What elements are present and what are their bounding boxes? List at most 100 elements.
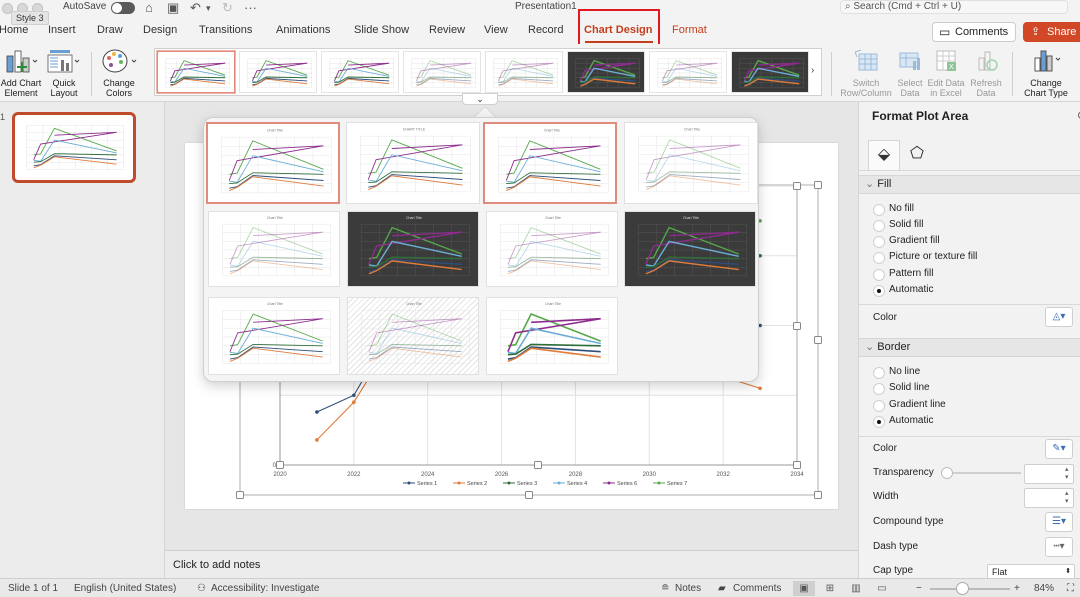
undo-icon[interactable]: ↶ [190,0,201,16]
change-chart-type-button[interactable]: Change Chart Type [1018,48,1074,98]
switch-row-column-icon [854,49,878,71]
zoom-in-button[interactable]: + [1014,583,1020,594]
gallery-style-8[interactable] [731,51,809,93]
popup-style-1[interactable]: Chart Title [206,122,340,204]
notes-icon: ≘ [661,583,670,594]
radio-no-fill[interactable]: No fill [873,202,914,216]
refresh-data-button[interactable]: Refresh Data [966,48,1006,98]
tab-home[interactable]: Home [0,24,28,36]
radio-solid-line[interactable]: Solid line [873,381,930,395]
tab-insert[interactable]: Insert [48,24,76,36]
radio-gradient-line[interactable]: Gradient line [873,398,946,412]
language-status[interactable]: English (United States) [74,583,176,594]
zoom-out-button[interactable]: − [916,583,922,594]
gallery-next-icon[interactable]: › [811,65,814,76]
popup-style-9[interactable]: Chart Title [208,297,340,375]
slide-sorter-button[interactable]: ⊞ [819,581,841,596]
effects-tab[interactable]: ⬠ [901,140,933,170]
popup-style-2[interactable]: CHART TITLE [346,122,480,204]
add-chart-element-button[interactable]: Add Chart Element [0,48,42,98]
reading-view-button[interactable]: ▥ [845,581,867,596]
search-input[interactable]: ⌕ Search (Cmd + Ctrl + U) [840,0,1068,14]
comments-toggle[interactable]: Comments [733,583,781,594]
popup-style-7[interactable]: Chart Title [486,211,618,287]
fill-color-picker[interactable]: ◬▾ [1045,307,1073,327]
zoom-slider-handle[interactable] [956,582,969,595]
tab-animations[interactable]: Animations [276,24,330,36]
gallery-style-5[interactable] [485,51,563,93]
home-icon[interactable]: ⌂ [145,0,153,15]
gallery-style-1[interactable] [157,51,235,93]
compound-type-dropdown[interactable]: ☰▾ [1045,512,1073,532]
border-section-header[interactable]: ⌄ Border [859,338,1080,357]
accessibility-status[interactable]: Accessibility: Investigate [211,583,319,594]
popup-style-4[interactable]: Chart Title [624,122,758,204]
transparency-input[interactable] [1024,464,1074,484]
gallery-style-preview [657,58,723,88]
comments-button[interactable]: ▭ Comments [932,22,1016,42]
chart-styles-gallery: › [154,48,822,96]
gallery-style-7[interactable] [649,51,727,93]
tab-record[interactable]: Record [528,24,563,36]
radio-picture-fill[interactable]: Picture or texture fill [873,250,977,264]
tab-view[interactable]: View [484,24,508,36]
resize-handle [236,491,244,499]
undo-dropdown-icon[interactable]: ▾ [206,3,211,14]
fit-slide-icon[interactable]: ⛶ [1067,583,1074,594]
autosave-toggle[interactable] [111,2,135,14]
cap-type-label: Cap type [873,565,914,576]
gallery-style-3[interactable] [321,51,399,93]
data-point [758,386,762,391]
popup-style-6[interactable]: Chart Title [347,211,479,287]
radio-gradient-fill[interactable]: Gradient fill [873,234,940,248]
zoom-slider[interactable] [930,588,1010,590]
radio-automatic-line[interactable]: Automatic [873,414,933,428]
switch-row-column-button[interactable]: Switch Row/Column [838,48,894,98]
popup-style-3[interactable]: Chart Title [483,122,617,204]
popup-style-11[interactable]: Chart Title [486,297,618,375]
radio-pattern-fill[interactable]: Pattern fill [873,267,933,281]
radio-automatic-fill[interactable]: Automatic [873,283,933,297]
notes-toggle[interactable]: Notes [675,583,701,594]
tab-review[interactable]: Review [429,24,465,36]
normal-view-button[interactable]: ▣ [793,581,815,596]
radio-no-line[interactable]: No line [873,365,920,379]
change-colors-button[interactable]: Change Colors [98,48,140,98]
border-color-picker[interactable]: ✎▾ [1045,439,1073,459]
tab-draw[interactable]: Draw [97,24,123,36]
tab-design[interactable]: Design [143,24,177,36]
zoom-level[interactable]: 84% [1034,583,1054,594]
quick-layout-button[interactable]: Quick Layout [45,48,83,98]
share-button[interactable]: ⇪ Share [1023,22,1080,42]
fill-line-tab[interactable]: ⬙ [868,140,900,170]
gallery-expand-button[interactable]: ⌄ [462,93,498,105]
dash-type-dropdown[interactable]: ┅▾ [1045,537,1073,557]
radio-solid-fill[interactable]: Solid fill [873,218,923,232]
gallery-style-2[interactable] [239,51,317,93]
gallery-style-4[interactable] [403,51,481,93]
divider [859,436,1080,437]
resize-handle [276,461,284,469]
share-label: Share [1047,26,1077,38]
redo-icon[interactable]: ↻ [222,0,233,16]
transparency-slider-track[interactable] [946,472,1021,474]
gallery-style-6[interactable] [567,51,645,93]
transparency-slider-handle[interactable] [941,467,953,479]
tab-format[interactable]: Format [672,24,707,36]
more-icon[interactable]: ··· [244,0,257,15]
slideshow-view-button[interactable]: ▭ [871,581,893,596]
autosave-label: AutoSave [63,1,107,12]
fill-section-header[interactable]: ⌄ Fill [859,175,1080,194]
popup-style-10[interactable]: Chart Title [347,297,479,375]
notes-pane[interactable]: Click to add notes [165,550,858,578]
width-label: Width [873,491,899,502]
width-input[interactable] [1024,488,1074,508]
slide-thumbnail-1[interactable] [12,112,136,183]
popup-style-8[interactable]: Chart Title [624,211,756,287]
select-data-button[interactable]: Select Data [894,48,926,98]
popup-style-5[interactable]: Chart Title [208,211,340,287]
edit-data-excel-button[interactable]: X Edit Data in Excel [926,48,966,98]
tab-slide-show[interactable]: Slide Show [354,24,409,36]
tab-transitions[interactable]: Transitions [199,24,252,36]
save-icon[interactable]: ▣ [167,0,179,16]
